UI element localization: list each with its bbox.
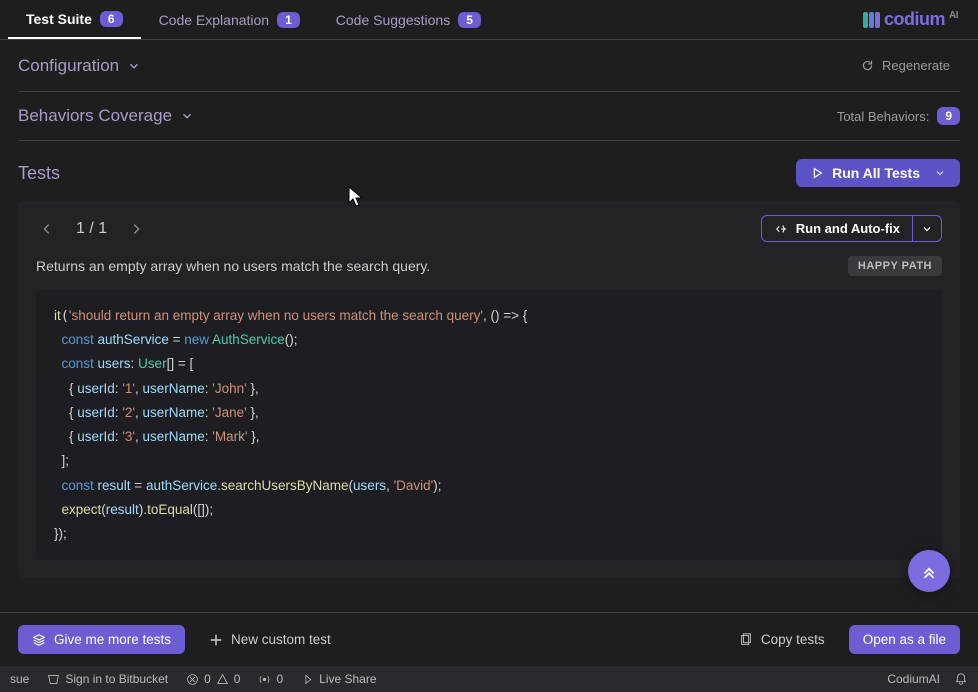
status-liveshare[interactable]: Live Share xyxy=(301,672,376,686)
total-behaviors-count: 9 xyxy=(937,107,960,125)
run-autofix-button[interactable]: Run and Auto-fix xyxy=(761,215,913,242)
tab-test-suite[interactable]: Test Suite 6 xyxy=(8,0,141,39)
chevron-right-icon xyxy=(129,222,143,236)
run-all-label: Run All Tests xyxy=(832,165,920,181)
run-autofix-dropdown[interactable] xyxy=(913,215,942,242)
tab-label: Code Explanation xyxy=(159,12,270,28)
warning-icon xyxy=(216,673,229,686)
new-custom-test-label: New custom test xyxy=(231,632,331,647)
section-title-label: Behaviors Coverage xyxy=(18,106,172,126)
status-bitbucket[interactable]: Sign in to Bitbucket xyxy=(47,672,168,686)
refresh-icon xyxy=(861,59,874,72)
stack-icon xyxy=(32,633,46,647)
code-block[interactable]: it('should return an empty array when no… xyxy=(36,290,942,560)
status-ports[interactable]: 0 xyxy=(258,672,283,686)
brand-logo: codium AI xyxy=(863,9,970,30)
copy-tests-button[interactable]: Copy tests xyxy=(725,625,839,654)
chevron-down-icon xyxy=(127,59,141,73)
test-card: 1 / 1 Run and Auto-fix Returns an empty … xyxy=(18,201,960,578)
liveshare-icon xyxy=(301,673,314,686)
regenerate-button[interactable]: Regenerate xyxy=(851,54,960,77)
tests-heading: Tests xyxy=(18,163,60,184)
tab-code-suggestions[interactable]: Code Suggestions 5 xyxy=(318,0,499,39)
play-icon xyxy=(810,166,824,180)
total-behaviors-label: Total Behaviors: xyxy=(837,109,930,124)
status-issue[interactable]: sue xyxy=(10,672,29,686)
new-custom-test-button[interactable]: New custom test xyxy=(195,625,345,654)
status-codium[interactable]: CodiumAI xyxy=(887,672,940,686)
status-notifications[interactable] xyxy=(954,672,968,686)
radio-icon xyxy=(258,673,271,686)
test-description: Returns an empty array when no users mat… xyxy=(36,258,430,274)
chevron-left-icon xyxy=(40,222,54,236)
run-all-tests-button[interactable]: Run All Tests xyxy=(796,159,960,187)
copy-tests-label: Copy tests xyxy=(761,632,825,647)
brand-name: codium xyxy=(884,9,945,30)
logo-mark-icon xyxy=(863,12,880,28)
behaviors-toggle[interactable]: Behaviors Coverage xyxy=(18,106,194,126)
tab-code-explanation[interactable]: Code Explanation 1 xyxy=(141,0,318,39)
brand-suffix: AI xyxy=(949,10,958,21)
copy-icon xyxy=(739,633,753,647)
pager-next-button[interactable] xyxy=(125,218,147,240)
configuration-toggle[interactable]: Configuration xyxy=(18,56,141,76)
give-more-tests-label: Give me more tests xyxy=(54,632,171,647)
tab-label: Test Suite xyxy=(26,11,92,27)
total-behaviors: Total Behaviors: 9 xyxy=(837,107,960,125)
run-autofix-label: Run and Auto-fix xyxy=(796,221,900,236)
status-problems[interactable]: 0 0 xyxy=(186,672,240,686)
bitbucket-icon xyxy=(47,673,60,686)
give-more-tests-button[interactable]: Give me more tests xyxy=(18,625,185,654)
scroll-top-button[interactable] xyxy=(908,550,950,592)
pager-prev-button[interactable] xyxy=(36,218,58,240)
chevron-down-icon xyxy=(180,109,194,123)
open-as-file-button[interactable]: Open as a file xyxy=(849,625,960,654)
tab-badge: 5 xyxy=(458,12,481,28)
tab-badge: 1 xyxy=(277,12,300,28)
section-title-label: Configuration xyxy=(18,56,119,76)
tab-label: Code Suggestions xyxy=(336,12,450,28)
test-pager: 1 / 1 xyxy=(36,218,147,240)
plus-icon xyxy=(209,633,223,647)
chevron-down-icon xyxy=(921,223,933,235)
regenerate-label: Regenerate xyxy=(882,58,950,73)
chevron-down-icon xyxy=(934,167,946,179)
pager-text: 1 / 1 xyxy=(76,220,107,238)
error-icon xyxy=(186,673,199,686)
test-tag-chip: HAPPY PATH xyxy=(848,256,942,276)
chevron-double-up-icon xyxy=(920,562,938,580)
tab-badge: 6 xyxy=(100,11,123,27)
open-as-file-label: Open as a file xyxy=(863,632,946,647)
bell-icon xyxy=(954,672,968,686)
sparkle-play-icon xyxy=(774,222,788,236)
